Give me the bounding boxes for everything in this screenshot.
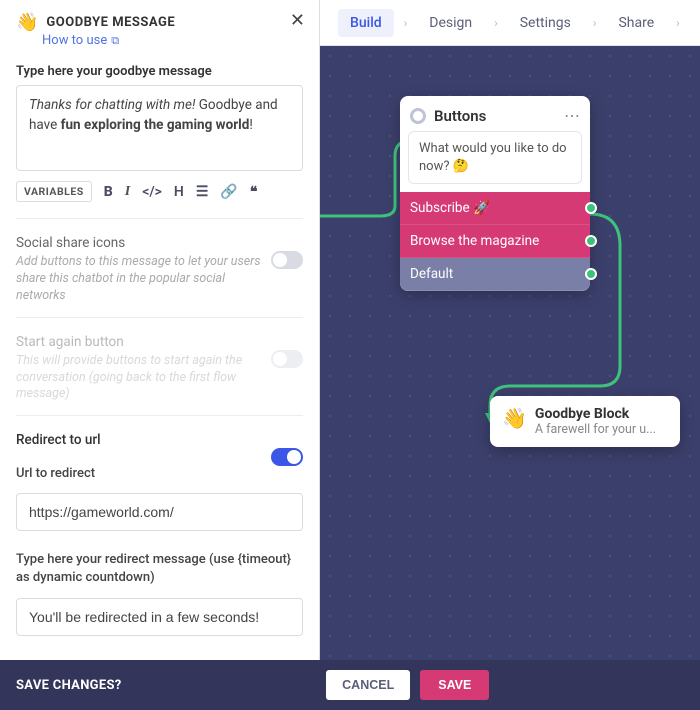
editor-text-bold: fun exploring the gaming world	[61, 117, 250, 133]
divider	[16, 218, 303, 219]
editor-toolbar: VARIABLES B I </> H ☰ 🔗 ❝	[0, 171, 319, 214]
how-to-use-label: How to use	[42, 33, 107, 48]
social-share-toggle[interactable]	[271, 251, 303, 269]
save-button[interactable]: SAVE	[420, 670, 489, 700]
save-footer: SAVE CHANGES? CANCEL SAVE	[0, 660, 700, 710]
buttons-node[interactable]: Buttons ⋯ What would you like to do now?…	[400, 96, 590, 291]
chevron-right-icon: ›	[494, 16, 498, 30]
variables-button[interactable]: VARIABLES	[16, 181, 92, 202]
list-icon[interactable]: ☰	[196, 184, 209, 200]
goodbye-title: Goodbye Block	[535, 406, 656, 422]
editor-text-italic: Thanks for chatting with me!	[29, 97, 195, 113]
divider	[16, 415, 303, 416]
output-port[interactable]	[585, 268, 597, 280]
italic-icon[interactable]: I	[125, 184, 130, 200]
output-port[interactable]	[585, 235, 597, 247]
output-port[interactable]	[585, 202, 597, 214]
node-header: Buttons ⋯	[400, 96, 590, 131]
close-icon[interactable]: ✕	[290, 10, 305, 31]
redirect-msg-input[interactable]	[16, 598, 303, 636]
start-again-setting: Start again button This will provide but…	[0, 322, 319, 412]
chevron-right-icon: ›	[404, 16, 408, 30]
tab-settings[interactable]: Settings	[508, 9, 583, 37]
tab-share[interactable]: Share	[606, 9, 666, 37]
tab-build[interactable]: Build	[338, 9, 394, 37]
editor-text-suffix: !	[249, 117, 252, 133]
chevron-right-icon: ›	[676, 16, 680, 30]
wave-icon: 👋	[16, 12, 38, 33]
redirect-toggle[interactable]	[271, 448, 303, 466]
tab-design[interactable]: Design	[417, 9, 484, 37]
start-again-desc: This will provide buttons to start again…	[16, 353, 271, 404]
flow-canvas[interactable]: Buttons ⋯ What would you like to do now?…	[320, 46, 700, 710]
cancel-button[interactable]: CANCEL	[326, 670, 410, 700]
social-share-title: Social share icons	[16, 235, 303, 251]
redirect-title: Redirect to url	[16, 432, 303, 448]
code-icon[interactable]: </>	[142, 184, 162, 200]
edit-panel: 👋 GOODBYE MESSAGE How to use ⧉ ✕ Type he…	[0, 0, 320, 660]
how-to-use-link[interactable]: How to use ⧉	[42, 33, 303, 48]
heading-icon[interactable]: H	[174, 184, 184, 200]
chevron-right-icon: ›	[593, 16, 597, 30]
option-browse[interactable]: Browse the magazine	[400, 225, 590, 258]
top-nav: Build › Design › Settings › Share ›	[320, 0, 700, 46]
option-label: Subscribe 🚀	[410, 200, 490, 216]
option-label: Browse the magazine	[410, 233, 539, 249]
editor-label: Type here your goodbye message	[0, 54, 319, 85]
redirect-msg-label: Type here your redirect message (use {ti…	[0, 541, 319, 592]
save-changes-label: SAVE CHANGES?	[16, 678, 122, 693]
option-default[interactable]: Default	[400, 258, 590, 291]
goodbye-subtitle: A farewell for your u...	[535, 422, 656, 437]
option-label: Default	[410, 266, 453, 282]
node-type-icon	[410, 108, 426, 124]
panel-title: GOODBYE MESSAGE	[46, 15, 175, 30]
redirect-setting: Redirect to url	[0, 420, 319, 456]
external-link-icon: ⧉	[111, 34, 119, 48]
social-share-setting: Social share icons Add buttons to this m…	[0, 223, 319, 313]
panel-header: 👋 GOODBYE MESSAGE How to use ⧉ ✕	[0, 0, 319, 54]
bold-icon[interactable]: B	[104, 184, 113, 200]
link-icon[interactable]: 🔗	[220, 184, 237, 200]
redirect-url-input[interactable]	[16, 493, 303, 531]
goodbye-node[interactable]: 👋 Goodbye Block A farewell for your u...	[490, 396, 680, 447]
goodbye-message-editor[interactable]: Thanks for chatting with me! Goodbye and…	[16, 85, 303, 171]
wave-icon: 👋	[502, 406, 527, 430]
start-again-toggle[interactable]	[271, 350, 303, 368]
node-title: Buttons	[434, 107, 556, 125]
social-share-desc: Add buttons to this message to let your …	[16, 254, 271, 305]
start-again-title: Start again button	[16, 334, 303, 350]
divider	[16, 317, 303, 318]
quote-icon[interactable]: ❝	[250, 184, 258, 200]
option-subscribe[interactable]: Subscribe 🚀	[400, 192, 590, 225]
node-prompt[interactable]: What would you like to do now? 🤔	[408, 131, 582, 184]
node-more-icon[interactable]: ⋯	[564, 106, 580, 125]
